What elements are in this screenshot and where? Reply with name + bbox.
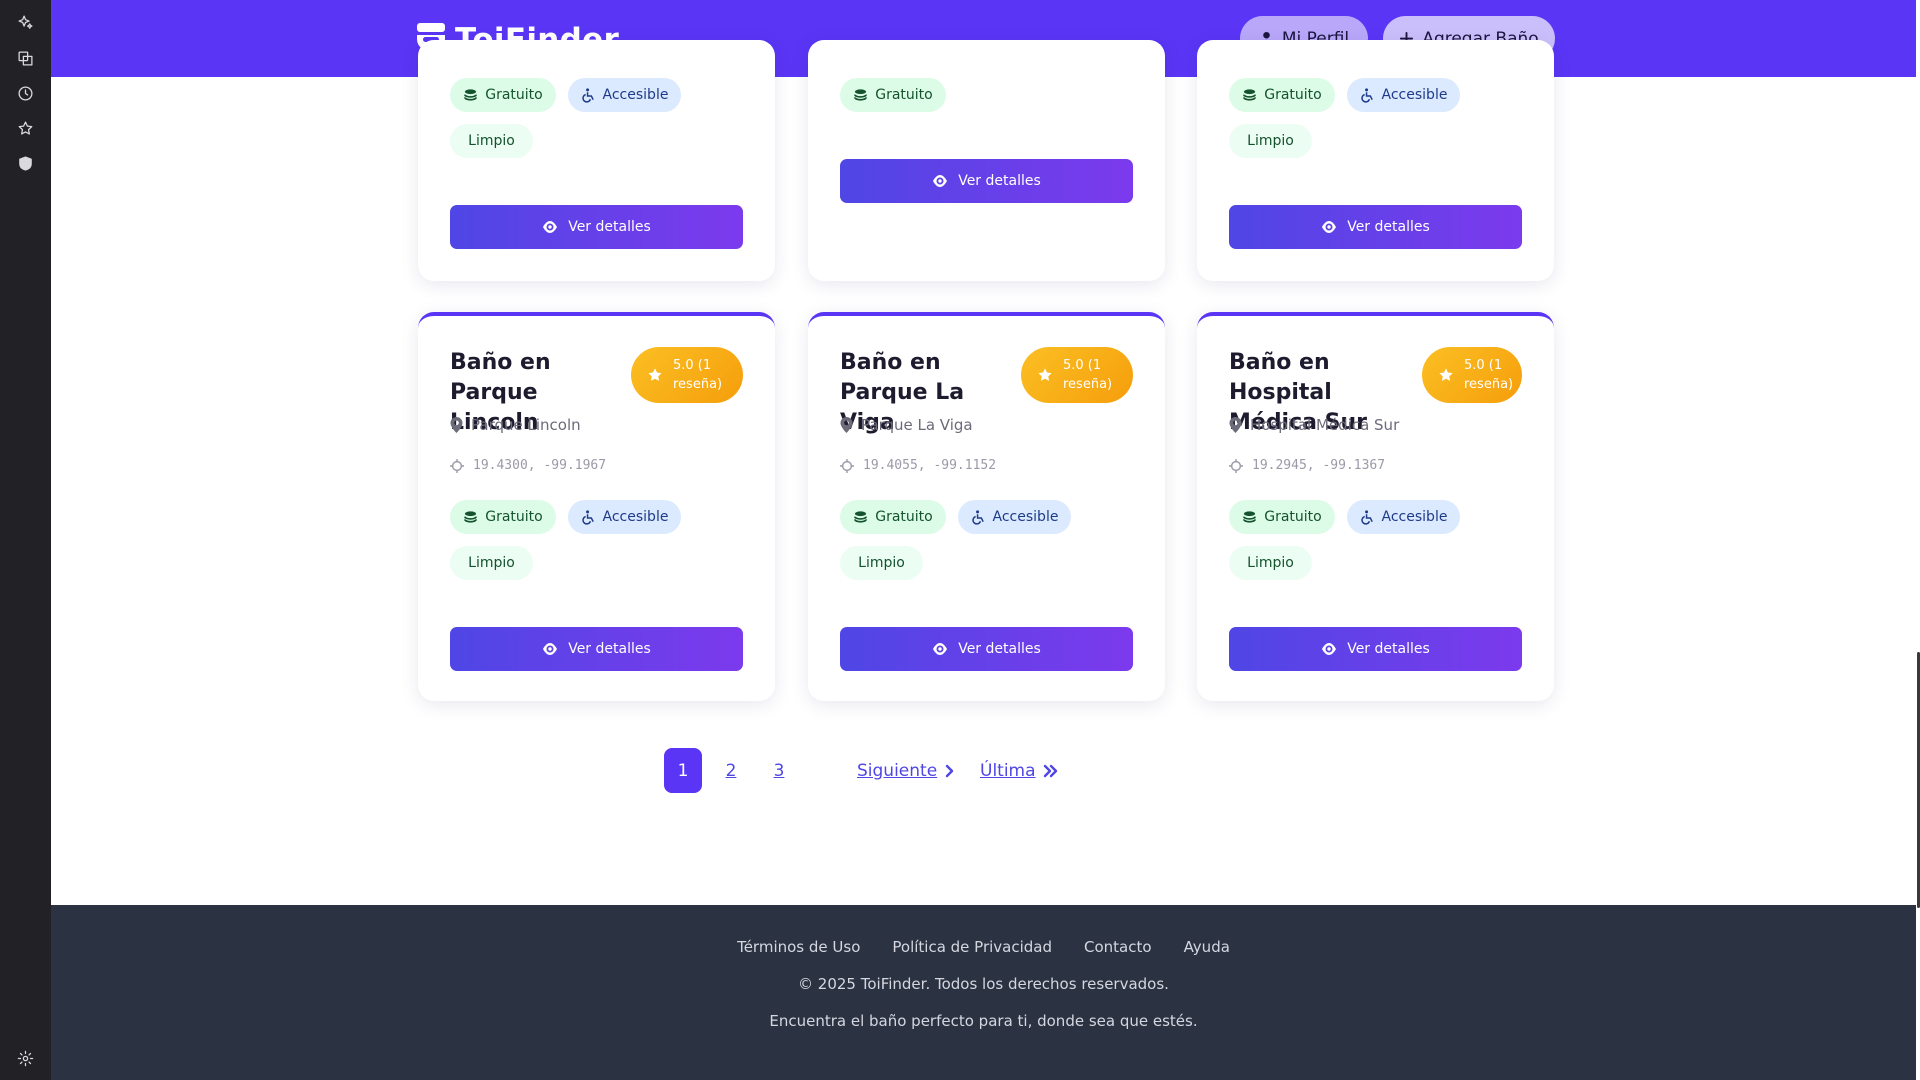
footer: Términos de Uso Política de Privacidad C…: [51, 905, 1916, 1080]
eye-icon: [1322, 221, 1337, 233]
bathroom-card: Baño en Hospital Médica Sur 5.0 (1 reseñ…: [1197, 312, 1554, 701]
card-location: Parque La Viga: [840, 416, 973, 434]
card-location: Parque Lincoln: [450, 416, 581, 434]
coins-icon: [1243, 88, 1257, 101]
view-details-button[interactable]: Ver detalles: [1229, 627, 1522, 671]
history-icon[interactable]: [15, 83, 35, 103]
footer-tagline: Encuentra el baño perfecto para ti, dond…: [769, 1012, 1198, 1030]
page-2-button[interactable]: 2: [712, 748, 750, 793]
shield-icon[interactable]: [15, 153, 35, 173]
eye-icon: [543, 643, 558, 655]
bathroom-card: Baño en Parque La Viga 5.0 (1 reseña) Pa…: [808, 312, 1165, 701]
tag-free: Gratuito: [840, 78, 946, 112]
map-pin-icon: [840, 417, 853, 433]
card-coordinates: 19.2945, -99.1367: [1229, 458, 1385, 473]
tag-accessible: Accesible: [958, 500, 1071, 534]
tag-accessible: Accesible: [1347, 78, 1460, 112]
crosshair-icon: [1229, 458, 1243, 473]
tag-accessible: Accesible: [568, 78, 681, 112]
footer-link-help[interactable]: Ayuda: [1184, 938, 1230, 956]
eye-icon: [933, 643, 948, 655]
star-icon: [648, 368, 662, 381]
view-details-button[interactable]: Ver detalles: [840, 627, 1133, 671]
sparkle-icon[interactable]: [15, 12, 35, 32]
bathroom-card: Baño en Parque Lincoln 5.0 (1 reseña) Pa…: [418, 312, 775, 701]
card-coordinates: 19.4300, -99.1967: [450, 458, 606, 473]
tag-free: Gratuito: [450, 500, 556, 534]
bathroom-card: Gratuito Accesible Limpio Ver detalles: [1197, 40, 1554, 281]
tag-free: Gratuito: [450, 78, 556, 112]
tag-clean: Limpio: [1229, 124, 1312, 158]
view-details-button[interactable]: Ver detalles: [1229, 205, 1522, 249]
crosshair-icon: [840, 458, 854, 473]
bathroom-card: Gratuito Ver detalles: [808, 40, 1165, 281]
coins-icon: [464, 510, 478, 523]
chevron-right-icon: [945, 764, 954, 777]
coins-icon: [854, 88, 868, 101]
tag-free: Gratuito: [1229, 78, 1335, 112]
map-pin-icon: [450, 417, 463, 433]
coins-icon: [854, 510, 868, 523]
star-icon: [1439, 368, 1453, 381]
browser-sidebar: [0, 0, 51, 1080]
star-icon: [1038, 368, 1052, 381]
wheelchair-icon: [581, 509, 594, 525]
footer-link-terms[interactable]: Términos de Uso: [737, 938, 860, 956]
coins-icon: [464, 88, 478, 101]
bathroom-card: Gratuito Accesible Limpio Ver detalles: [418, 40, 775, 281]
tag-clean: Limpio: [840, 546, 923, 580]
tag-free: Gratuito: [1229, 500, 1335, 534]
wheelchair-icon: [1360, 509, 1373, 525]
crosshair-icon: [450, 458, 464, 473]
wheelchair-icon: [971, 509, 984, 525]
eye-icon: [543, 221, 558, 233]
star-icon[interactable]: [15, 118, 35, 138]
tag-accessible: Accesible: [568, 500, 681, 534]
rating-badge: 5.0 (1 reseña): [1422, 347, 1522, 403]
footer-links: Términos de Uso Política de Privacidad C…: [51, 938, 1916, 956]
footer-link-privacy[interactable]: Política de Privacidad: [892, 938, 1052, 956]
wheelchair-icon: [581, 87, 594, 103]
card-location: Hospital Médica Sur: [1229, 416, 1399, 434]
view-details-button[interactable]: Ver detalles: [450, 205, 743, 249]
next-page-link[interactable]: Siguiente: [857, 748, 955, 793]
wheelchair-icon: [1360, 87, 1373, 103]
card-coordinates: 19.4055, -99.1152: [840, 458, 996, 473]
tag-free: Gratuito: [840, 500, 946, 534]
rating-badge: 5.0 (1 reseña): [1021, 347, 1133, 403]
page-1-button[interactable]: 1: [664, 748, 702, 793]
last-page-link[interactable]: Última: [980, 748, 1058, 793]
page-scrollbar[interactable]: [1916, 0, 1920, 1080]
tag-clean: Limpio: [1229, 546, 1312, 580]
coins-icon: [1243, 510, 1257, 523]
view-details-button[interactable]: Ver detalles: [450, 627, 743, 671]
tag-clean: Limpio: [450, 546, 533, 580]
view-details-button[interactable]: Ver detalles: [840, 159, 1133, 203]
double-chevron-right-icon: [1043, 764, 1057, 777]
tag-clean: Limpio: [450, 124, 533, 158]
collections-icon[interactable]: [15, 48, 35, 68]
footer-link-contact[interactable]: Contacto: [1084, 938, 1152, 956]
settings-icon[interactable]: [15, 1048, 35, 1068]
eye-icon: [933, 175, 948, 187]
eye-icon: [1322, 643, 1337, 655]
rating-badge: 5.0 (1 reseña): [631, 347, 743, 403]
tag-accessible: Accesible: [1347, 500, 1460, 534]
page-3-button[interactable]: 3: [760, 748, 798, 793]
footer-copyright: © 2025 ToiFinder. Todos los derechos res…: [798, 975, 1169, 993]
map-pin-icon: [1229, 417, 1242, 433]
